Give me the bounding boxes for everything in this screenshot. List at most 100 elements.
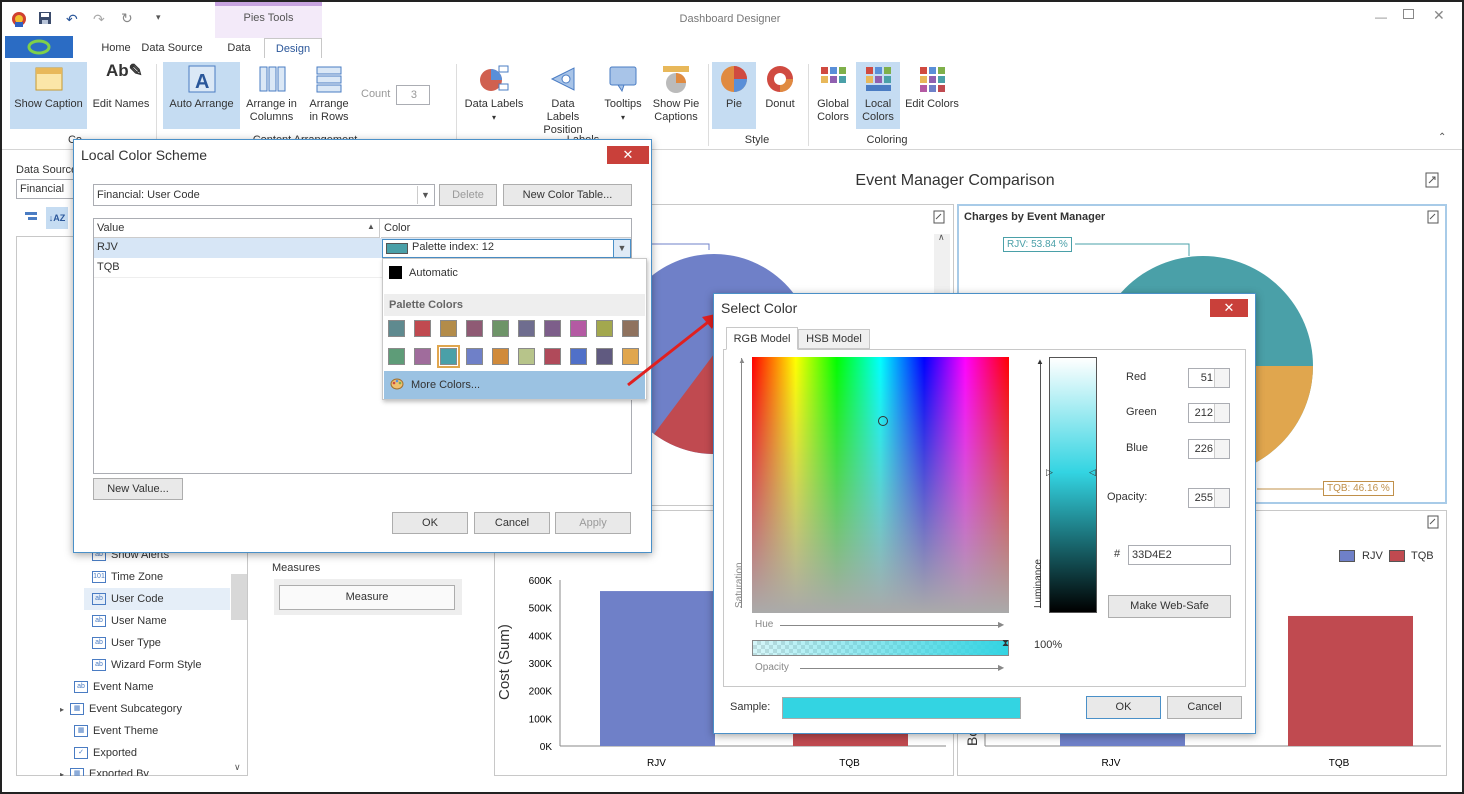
data-labels-position-button[interactable]: Data Labels Position xyxy=(532,62,594,137)
automatic-option[interactable]: Automatic xyxy=(409,267,458,279)
palette-swatch[interactable] xyxy=(544,348,561,365)
luminance-thumb-left[interactable]: ▷ xyxy=(1046,467,1053,478)
list-item[interactable]: ▸ ▦ Exported By xyxy=(60,764,149,776)
close-dialog-button[interactable]: ✕ xyxy=(607,146,649,164)
opacity-spinner[interactable]: 255 xyxy=(1188,488,1230,508)
ok-button[interactable]: OK xyxy=(392,512,468,534)
palette-swatch[interactable] xyxy=(440,320,457,337)
palette-swatch[interactable] xyxy=(437,345,460,368)
green-spinner[interactable]: 212 xyxy=(1188,403,1230,423)
close-window-icon[interactable]: ✕ xyxy=(1433,7,1445,24)
list-item[interactable]: ab User Type xyxy=(92,632,161,654)
make-web-safe-button[interactable]: Make Web-Safe xyxy=(1108,595,1231,618)
save-icon[interactable] xyxy=(38,11,52,28)
show-pie-captions-button[interactable]: Show Pie Captions xyxy=(650,62,702,124)
list-item[interactable]: ✓ Exported xyxy=(74,742,137,764)
blue-spinner[interactable]: 226 xyxy=(1188,439,1230,459)
opacity-slider[interactable] xyxy=(752,640,1009,656)
list-item-selected[interactable]: ab User Code xyxy=(84,588,230,610)
list-item[interactable]: ab Wizard Form Style xyxy=(92,654,201,676)
quick-access-dropdown-icon[interactable]: ▾ xyxy=(156,12,161,23)
tab-rgb-model[interactable]: RGB Model xyxy=(726,327,798,350)
color-scheme-select[interactable]: Financial: User Code xyxy=(93,184,435,206)
data-source-select[interactable]: Financial xyxy=(16,179,76,199)
cancel-button[interactable]: Cancel xyxy=(474,512,550,534)
data-label-tqb: TQB: 46.16 % xyxy=(1323,481,1394,496)
refresh-icon[interactable]: ↻ xyxy=(121,10,133,27)
opacity-slider-thumb[interactable]: ⧗ xyxy=(1002,638,1009,649)
palette-swatch[interactable] xyxy=(596,348,613,365)
arrange-in-rows-button[interactable]: Arrange in Rows xyxy=(303,62,355,124)
luminance-bar[interactable] xyxy=(1049,357,1097,613)
auto-arrange-button[interactable]: A Auto Arrange xyxy=(163,62,240,129)
luminance-thumb-right[interactable]: ◁ xyxy=(1089,467,1096,478)
color-picker-cursor[interactable] xyxy=(878,416,888,426)
list-item[interactable]: ▦ Event Theme xyxy=(74,720,158,742)
delete-button[interactable]: Delete xyxy=(439,184,497,206)
measure-button[interactable]: Measure xyxy=(279,585,455,610)
palette-swatch[interactable] xyxy=(544,320,561,337)
field-list-scrollbar[interactable] xyxy=(231,574,247,620)
palette-swatch[interactable] xyxy=(414,348,431,365)
collapse-ribbon-icon[interactable]: ⌃ xyxy=(1438,132,1446,143)
color-spectrum[interactable] xyxy=(752,357,1009,613)
cancel-button[interactable]: Cancel xyxy=(1167,696,1242,719)
data-labels-button[interactable]: Data Labels ▾ xyxy=(462,62,526,124)
export-icon[interactable] xyxy=(933,210,945,224)
global-colors-button[interactable]: Global Colors xyxy=(812,62,854,124)
scroll-down-icon[interactable]: ∨ xyxy=(234,762,241,773)
palette-swatch[interactable] xyxy=(414,320,431,337)
list-item[interactable]: ab Event Name xyxy=(74,676,154,698)
tab-data-source[interactable]: Data Source xyxy=(136,38,208,58)
arrange-in-columns-button[interactable]: Arrange in Columns xyxy=(244,62,299,124)
new-color-table-button[interactable]: New Color Table... xyxy=(503,184,632,206)
tab-data[interactable]: Data xyxy=(215,38,263,58)
hex-input[interactable]: 33D4E2 xyxy=(1128,545,1231,565)
palette-swatch[interactable] xyxy=(518,348,535,365)
palette-swatch[interactable] xyxy=(388,320,405,337)
list-item[interactable]: ▸ ▦ Event Subcategory xyxy=(60,698,182,720)
group-fields-icon[interactable] xyxy=(24,210,38,224)
column-header-color[interactable]: Color xyxy=(381,219,631,238)
minimize-icon[interactable]: — xyxy=(1375,10,1387,24)
chevron-down-icon[interactable]: ▼ xyxy=(417,186,433,204)
maximize-icon[interactable] xyxy=(1403,9,1414,19)
donut-style-button[interactable]: Donut xyxy=(758,62,802,111)
palette-swatch[interactable] xyxy=(596,320,613,337)
palette-swatch[interactable] xyxy=(388,348,405,365)
chevron-down-icon[interactable]: ▼ xyxy=(613,240,630,257)
palette-swatch[interactable] xyxy=(466,320,483,337)
edit-colors-button[interactable]: Edit Colors xyxy=(904,62,960,111)
apply-button[interactable]: Apply xyxy=(555,512,631,534)
undo-icon[interactable]: ↶ xyxy=(66,11,78,28)
list-item[interactable]: 101 Time Zone xyxy=(92,566,163,588)
tab-hsb-model[interactable]: HSB Model xyxy=(798,329,870,349)
column-header-value[interactable]: Value xyxy=(94,219,380,238)
export-icon[interactable] xyxy=(1425,172,1439,188)
palette-swatch[interactable] xyxy=(518,320,535,337)
palette-swatch[interactable] xyxy=(570,348,587,365)
automatic-swatch[interactable] xyxy=(389,266,402,279)
palette-swatch[interactable] xyxy=(492,320,509,337)
close-dialog-button[interactable]: ✕ xyxy=(1210,299,1248,317)
new-value-button[interactable]: New Value... xyxy=(93,478,183,500)
show-caption-button[interactable]: Show Caption xyxy=(10,62,87,129)
tooltips-button[interactable]: Tooltips ▾ xyxy=(600,62,646,124)
pie-style-button[interactable]: Pie xyxy=(712,62,756,129)
list-item[interactable]: ab User Name xyxy=(92,610,167,632)
expand-icon[interactable]: ▸ xyxy=(60,705,64,714)
red-spinner[interactable]: 51 xyxy=(1188,368,1230,388)
tab-design[interactable]: Design xyxy=(264,38,322,58)
scroll-up-icon[interactable]: ∧ xyxy=(938,232,945,243)
redo-icon[interactable]: ↷ xyxy=(93,11,105,28)
local-colors-button[interactable]: Local Colors xyxy=(856,62,900,129)
edit-names-button[interactable]: Ab✎ Edit Names xyxy=(90,62,152,111)
count-input[interactable]: 3 xyxy=(396,85,430,105)
palette-swatch[interactable] xyxy=(466,348,483,365)
file-menu-button[interactable] xyxy=(5,36,73,58)
sort-az-icon[interactable]: ↓AZ xyxy=(46,207,68,229)
ok-button[interactable]: OK xyxy=(1086,696,1161,719)
palette-swatch[interactable] xyxy=(492,348,509,365)
expand-icon[interactable]: ▸ xyxy=(60,770,64,776)
palette-swatch[interactable] xyxy=(570,320,587,337)
